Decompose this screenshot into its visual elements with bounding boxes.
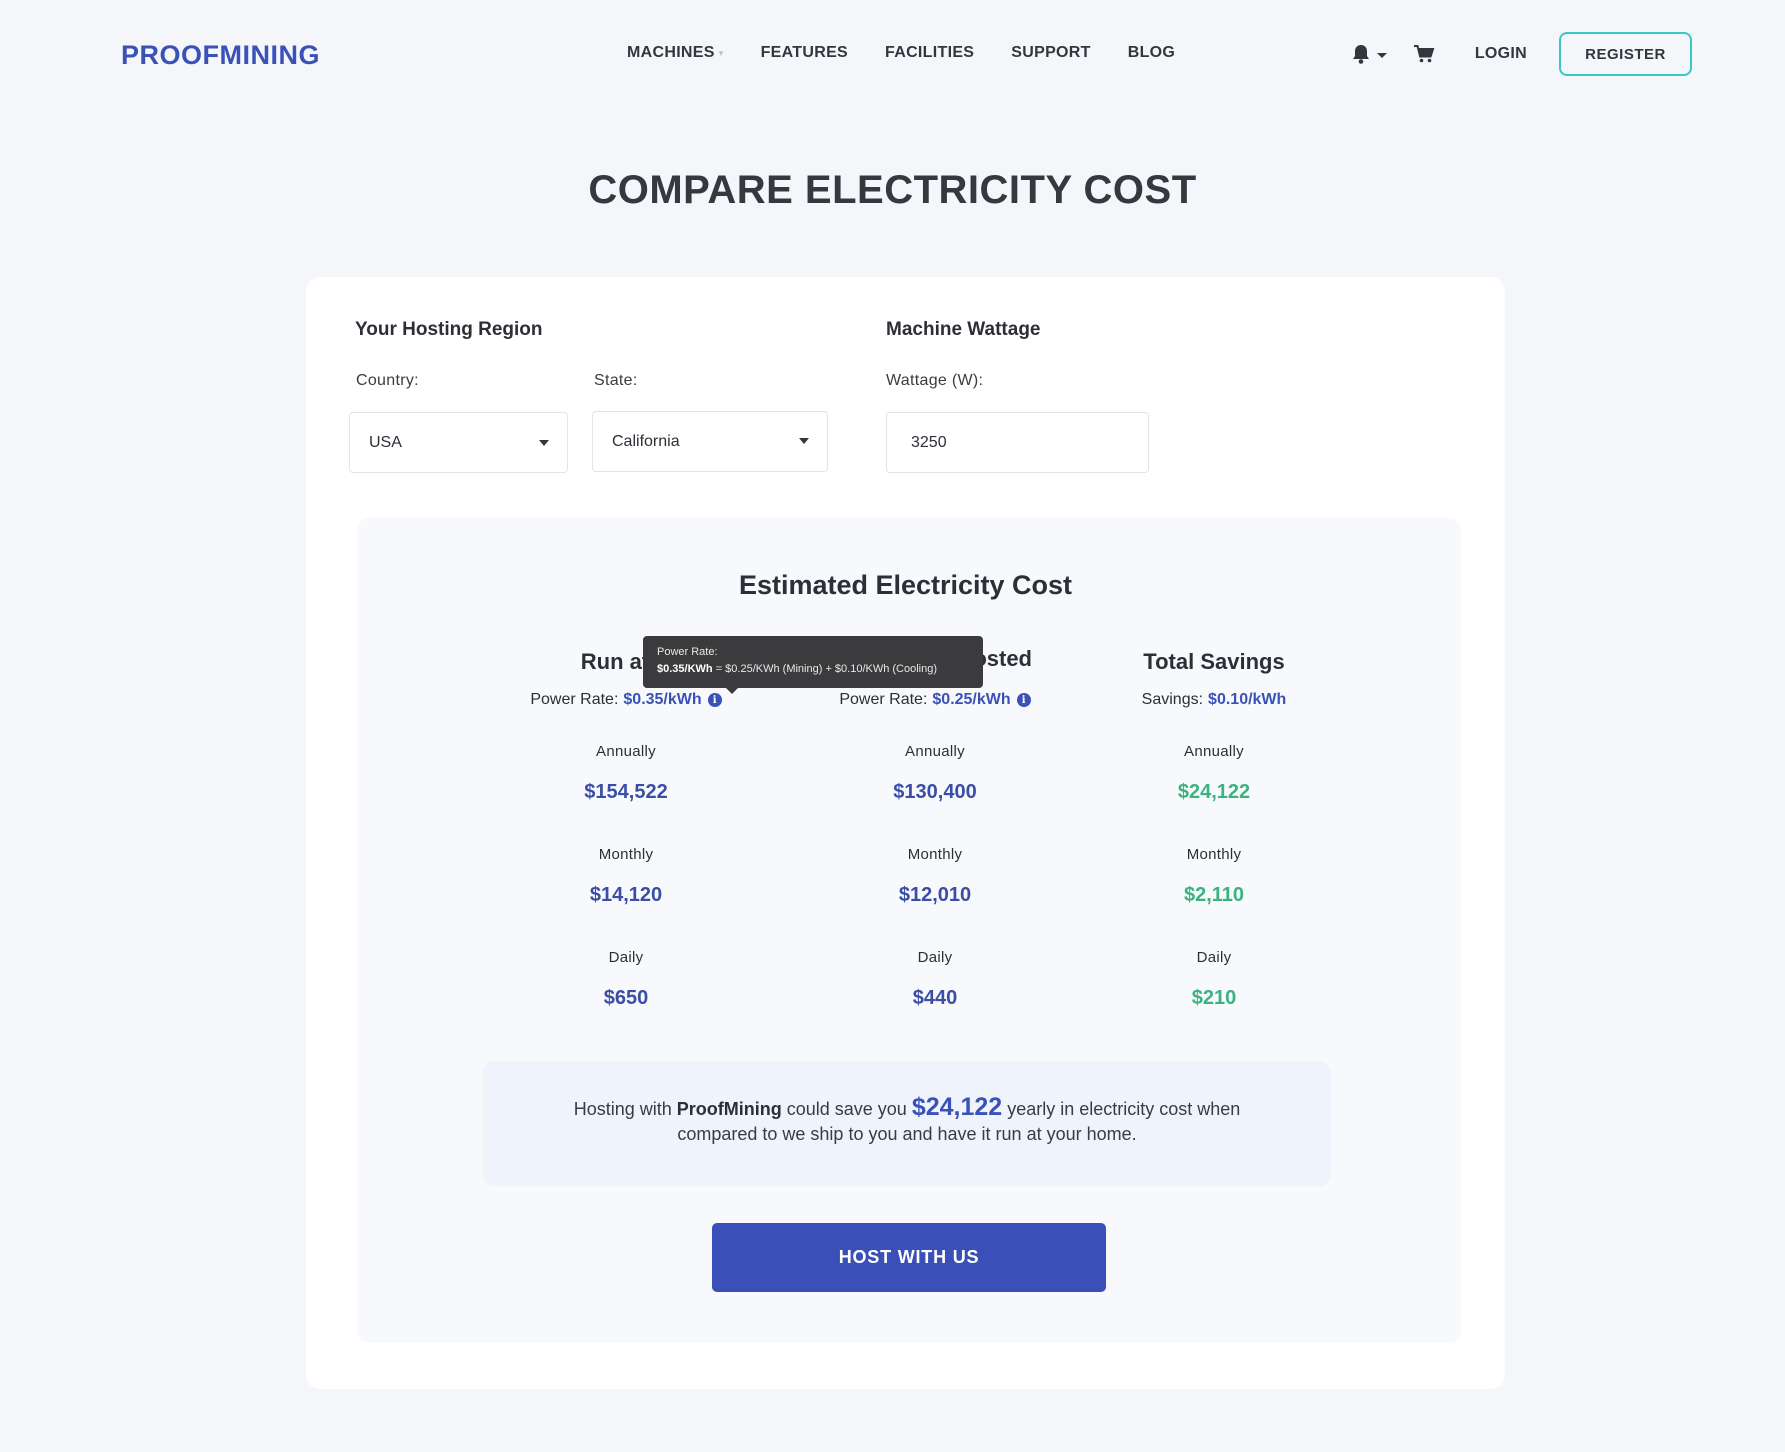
monthly-amount: $2,110 <box>1183 884 1245 906</box>
power-rate-label: Power Rate: <box>839 691 928 708</box>
savings-message: Hosting with ProofMining could save you … <box>483 1061 1331 1186</box>
column-run-at-home: Run at H Power Rate: $0.35/kWh i Annuall… <box>476 649 776 1010</box>
savings-amount: $24,122 <box>911 1093 1003 1121</box>
info-icon[interactable]: i <box>1016 693 1031 707</box>
nav-machines-label: MACHINES <box>627 44 715 61</box>
caret-down-icon <box>799 438 809 444</box>
nav-blog[interactable]: BLOG <box>1128 44 1175 62</box>
caret-down-icon <box>1376 52 1387 58</box>
daily-amount: $440 <box>912 987 958 1009</box>
monthly-label: Monthly <box>907 846 963 863</box>
state-label: State: <box>594 372 638 389</box>
annually-amount: $24,122 <box>1177 781 1251 803</box>
country-select-value: USA <box>369 433 402 451</box>
savings-text-mid: could save you <box>781 1099 912 1119</box>
logo-text-proof: PROOF <box>121 40 220 70</box>
daily-label: Daily <box>608 949 644 966</box>
wattage-input[interactable]: 3250 <box>886 412 1149 473</box>
nav-facilities-label: FACILITIES <box>885 44 975 61</box>
nav-features[interactable]: FEATURES <box>761 44 848 62</box>
tooltip-title: Power Rate: <box>657 646 718 658</box>
daily-label: Daily <box>917 949 953 966</box>
tooltip-breakdown: = $0.25/KWh (Mining) + $0.10/KWh (Coolin… <box>712 663 938 675</box>
power-rate-label: Power Rate: <box>530 691 619 708</box>
nav-support[interactable]: SUPPORT <box>1011 44 1090 62</box>
cart-icon[interactable] <box>1413 44 1435 64</box>
savings-text-pre: Hosting with <box>573 1099 677 1119</box>
savings-rate-value: $0.10/kWh <box>1208 691 1287 708</box>
daily-label: Daily <box>1196 949 1232 966</box>
page-title: COMPARE ELECTRICITY COST <box>588 168 1197 212</box>
nav-features-label: FEATURES <box>760 44 849 61</box>
main-nav: MACHINES ▾ FEATURES FACILITIES SUPPORT BL… <box>627 44 1212 62</box>
tooltip-rate: $0.35/KWh <box>657 663 713 675</box>
annually-label: Annually <box>905 743 965 760</box>
column-total-savings: Total Savings Savings: $0.10/kWh Annuall… <box>1064 649 1364 1010</box>
bell-icon <box>1351 43 1373 65</box>
savings-rate-label: Savings: <box>1141 691 1204 708</box>
wattage-label: Wattage (W): <box>886 372 984 389</box>
nav-support-label: SUPPORT <box>1011 44 1091 61</box>
state-select[interactable]: California <box>592 411 828 472</box>
hosting-region-heading: Your Hosting Region <box>355 319 543 340</box>
chevron-down-icon: ▾ <box>718 47 724 58</box>
login-link[interactable]: LOGIN <box>1475 45 1527 63</box>
nav-facilities[interactable]: FACILITIES <box>885 44 974 62</box>
logo-text-mining: MINING <box>219 40 321 70</box>
top-header: PROOFMINING MACHINES ▾ FEATURES FACILITIE… <box>0 0 1785 110</box>
annually-amount: $130,400 <box>893 781 977 803</box>
state-select-value: California <box>612 432 680 450</box>
power-rate-value: $0.35/kWh <box>623 691 702 708</box>
monthly-label: Monthly <box>1186 846 1242 863</box>
savings-text-post: yearly in electricity cost when <box>1002 1099 1241 1119</box>
power-rate-tooltip: Power Rate: $0.35/KWh = $0.25/KWh (Minin… <box>643 636 983 694</box>
monthly-amount: $12,010 <box>898 884 972 906</box>
monthly-amount: $14,120 <box>589 884 663 906</box>
calculator-card: Your Hosting Region Country: USA State: … <box>306 277 1505 1389</box>
column-hosted: osted Power Rate: $0.25/kWh i Annually $… <box>785 646 1085 1010</box>
wattage-input-value: 3250 <box>911 433 947 451</box>
savings-line-2: compared to we ship to you and have it r… <box>677 1124 1137 1144</box>
daily-amount: $650 <box>603 987 649 1009</box>
header-actions: LOGIN REGISTER <box>1351 32 1692 76</box>
daily-amount: $210 <box>1191 987 1237 1009</box>
proofmining-logo[interactable]: PROOFMINING <box>121 40 320 71</box>
monthly-label: Monthly <box>598 846 654 863</box>
savings-rate-row: Savings: $0.10/kWh <box>1064 691 1364 709</box>
annually-label: Annually <box>1184 743 1244 760</box>
info-icon[interactable]: i <box>707 693 722 707</box>
country-label: Country: <box>356 372 419 389</box>
power-rate-value: $0.25/kWh <box>932 691 1011 708</box>
tooltip-formula: $0.35/KWh = $0.25/KWh (Mining) + $0.10/K… <box>657 663 969 675</box>
notifications-menu[interactable] <box>1351 43 1387 65</box>
nav-machines[interactable]: MACHINES ▾ <box>627 44 724 62</box>
country-select[interactable]: USA <box>349 412 568 473</box>
estimate-title: Estimated Electricity Cost <box>738 570 1073 600</box>
savings-brand: ProofMining <box>676 1099 782 1119</box>
register-button[interactable]: REGISTER <box>1559 32 1692 76</box>
host-with-us-button[interactable]: HOST WITH US <box>712 1223 1106 1292</box>
caret-down-icon <box>539 440 549 446</box>
annually-label: Annually <box>596 743 656 760</box>
power-rate-row: Power Rate: $0.25/kWh i <box>785 691 1085 709</box>
nav-blog-label: BLOG <box>1127 44 1176 61</box>
column-heading: Total Savings <box>1143 649 1285 674</box>
machine-wattage-heading: Machine Wattage <box>886 319 1041 340</box>
annually-amount: $154,522 <box>584 781 668 803</box>
savings-line-1: Hosting with ProofMining could save you … <box>483 1095 1331 1122</box>
